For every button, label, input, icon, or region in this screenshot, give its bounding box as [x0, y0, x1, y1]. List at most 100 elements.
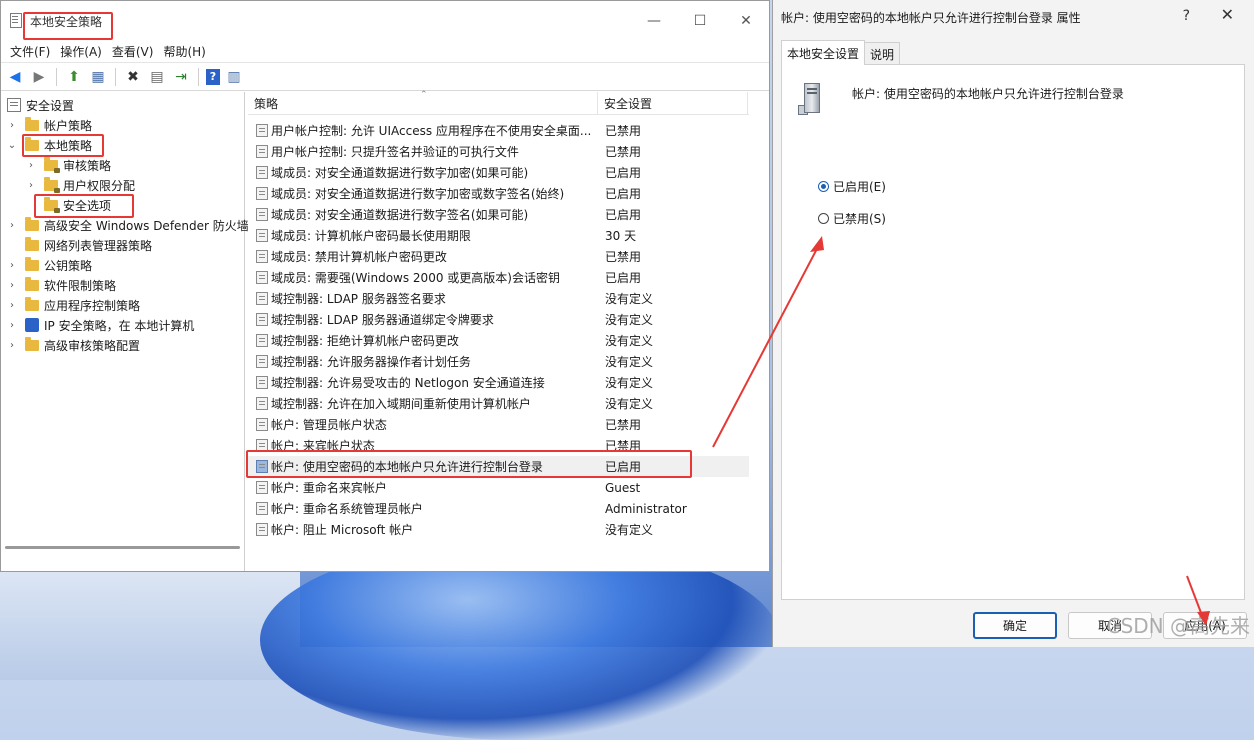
policy-setting: 没有定义: [605, 334, 654, 348]
local-security-policy-window: 本地安全策略 — ☐ ✕ 文件(F) 操作(A) 查看(V) 帮助(H) ◀ ▶…: [0, 0, 770, 572]
table-row[interactable]: 域成员: 禁用计算机帐户密码更改 已禁用: [248, 246, 750, 267]
policy-name: 域控制器: 允许服务器操作者计划任务: [271, 355, 471, 369]
back-arrow-icon[interactable]: ◀: [5, 67, 25, 87]
table-row[interactable]: 帐户: 重命名来宾帐户 Guest: [248, 477, 750, 498]
enabled-radio[interactable]: 已启用(E): [818, 178, 886, 195]
tree-item-advanced-audit[interactable]: › 高级审核策略配置: [7, 335, 140, 355]
table-row[interactable]: 用户帐户控制: 允许 UIAccess 应用程序在不使用安全桌面... 已禁用: [248, 120, 750, 141]
policy-name: 帐户: 阻止 Microsoft 帐户: [271, 523, 414, 537]
policy-setting: 30 天: [605, 229, 637, 243]
toolbar-separator: [56, 67, 57, 86]
table-row[interactable]: 域成员: 对安全通道数据进行数字签名(如果可能) 已启用: [248, 204, 750, 225]
tree-item-audit-policy[interactable]: › 审核策略: [26, 155, 111, 175]
chevron-right-icon[interactable]: ›: [7, 280, 17, 291]
policy-list: 策略 安全设置 ⌃ 用户帐户控制: 允许 UIAccess 应用程序在不使用安全…: [248, 90, 750, 571]
policy-icon: [256, 397, 268, 410]
minimize-button[interactable]: —: [631, 1, 677, 41]
radio-checked-icon[interactable]: [818, 181, 829, 192]
menu-bar: 文件(F) 操作(A) 查看(V) 帮助(H): [1, 41, 769, 62]
tree-item-account-policies[interactable]: › 帐户策略: [7, 115, 92, 135]
radio-unchecked-icon[interactable]: [818, 213, 829, 224]
tree-item-label: 网络列表管理器策略: [44, 238, 153, 253]
properties-icon[interactable]: ▤: [147, 67, 167, 87]
tab-explain[interactable]: 说明: [864, 42, 901, 65]
tree-item-security-settings[interactable]: 安全设置: [7, 95, 74, 115]
tree-item-network-list-manager[interactable]: 网络列表管理器策略: [25, 235, 152, 255]
tab-local-security-setting[interactable]: 本地安全设置: [781, 40, 866, 65]
folder-icon: [25, 116, 39, 131]
table-row[interactable]: 帐户: 重命名系统管理员帐户 Administrator: [248, 498, 750, 519]
policy-name: 用户帐户控制: 只提升签名并验证的可执行文件: [271, 145, 519, 159]
ok-button[interactable]: 确定: [973, 612, 1057, 639]
maximize-button[interactable]: ☐: [677, 1, 723, 41]
table-row[interactable]: 域控制器: 允许在加入域期间重新使用计算机帐户 没有定义: [248, 393, 750, 414]
list-vertical-scrollbar[interactable]: [749, 91, 769, 571]
chevron-right-icon[interactable]: ›: [26, 180, 36, 191]
tree-item-software-restriction[interactable]: › 软件限制策略: [7, 275, 116, 295]
policy-icon: [256, 187, 268, 200]
table-row[interactable]: 域控制器: LDAP 服务器签名要求 没有定义: [248, 288, 750, 309]
policy-icon: [256, 481, 268, 494]
chevron-right-icon[interactable]: ›: [7, 220, 17, 231]
policy-setting: Administrator: [605, 501, 687, 516]
table-row[interactable]: 域控制器: LDAP 服务器通道绑定令牌要求 没有定义: [248, 309, 750, 330]
chevron-right-icon[interactable]: ›: [7, 120, 17, 131]
tree-item-ip-security[interactable]: › IP 安全策略，在 本地计算机: [7, 315, 194, 335]
help-question-icon[interactable]: ?: [1183, 8, 1190, 24]
menu-help[interactable]: 帮助(H): [158, 43, 210, 60]
table-row[interactable]: 域成员: 对安全通道数据进行数字加密或数字签名(始终) 已启用: [248, 183, 750, 204]
column-header-setting[interactable]: 安全设置: [598, 92, 748, 114]
column-header-label: 策略: [254, 96, 279, 111]
disabled-radio-label: 已禁用(S): [833, 212, 886, 226]
folder-icon: [25, 256, 39, 271]
table-row[interactable]: 域成员: 对安全通道数据进行数字加密(如果可能) 已启用: [248, 162, 750, 183]
table-row[interactable]: 域控制器: 拒绝计算机帐户密码更改 没有定义: [248, 330, 750, 351]
tree-item-windows-defender-firewall[interactable]: › 高级安全 Windows Defender 防火墙: [7, 215, 249, 235]
close-button[interactable]: ✕: [723, 1, 769, 41]
folder-icon: [25, 336, 39, 351]
export-list-icon[interactable]: ⇥: [171, 67, 191, 87]
tree-item-application-control[interactable]: › 应用程序控制策略: [7, 295, 140, 315]
policy-icon: [256, 313, 268, 326]
menu-action[interactable]: 操作(A): [55, 43, 107, 60]
show-tree-icon[interactable]: ▦: [88, 67, 108, 87]
chevron-down-icon[interactable]: ⌄: [7, 140, 17, 151]
delete-icon[interactable]: ✖: [123, 67, 143, 87]
up-folder-icon[interactable]: ⬆: [64, 67, 84, 87]
table-row[interactable]: 域控制器: 允许易受攻击的 Netlogon 安全通道连接 没有定义: [248, 372, 750, 393]
table-row[interactable]: 域成员: 需要强(Windows 2000 或更高版本)会话密钥 已启用: [248, 267, 750, 288]
tree-item-local-policies[interactable]: ⌄ 本地策略: [7, 135, 92, 155]
forward-arrow-icon[interactable]: ▶: [29, 67, 49, 87]
disabled-radio[interactable]: 已禁用(S): [818, 210, 886, 227]
table-row-selected[interactable]: 帐户: 使用空密码的本地帐户只允许进行控制台登录 已启用: [248, 456, 750, 477]
table-row[interactable]: 帐户: 来宾帐户状态 已禁用: [248, 435, 750, 456]
policy-name: 域成员: 对安全通道数据进行数字签名(如果可能): [271, 208, 529, 222]
toolbar-separator: [115, 67, 116, 86]
tree-item-user-rights-assignment[interactable]: › 用户权限分配: [26, 175, 135, 195]
policy-icon: [256, 334, 268, 347]
chevron-right-icon[interactable]: ›: [26, 160, 36, 171]
table-row[interactable]: 帐户: 阻止 Microsoft 帐户 没有定义: [248, 519, 750, 540]
help-icon[interactable]: ?: [206, 68, 220, 85]
tree-item-label: 用户权限分配: [63, 178, 136, 193]
policy-name: 域成员: 需要强(Windows 2000 或更高版本)会话密钥: [271, 271, 560, 285]
chevron-right-icon[interactable]: ›: [7, 340, 17, 351]
table-row[interactable]: 域成员: 计算机帐户密码最长使用期限 30 天: [248, 225, 750, 246]
menu-file[interactable]: 文件(F): [5, 43, 55, 60]
local-security-policy-app-icon: [8, 13, 24, 29]
tree-horizontal-scrollbar[interactable]: [5, 546, 240, 549]
tree-item-security-options[interactable]: 安全选项: [44, 195, 111, 215]
dialog-close-button[interactable]: ✕: [1221, 5, 1234, 24]
chevron-right-icon[interactable]: ›: [7, 300, 17, 311]
dialog-tabs: 本地安全设置 说明: [781, 40, 901, 65]
policy-setting: 没有定义: [605, 292, 654, 306]
table-row[interactable]: 帐户: 管理员帐户状态 已禁用: [248, 414, 750, 435]
chevron-right-icon[interactable]: ›: [7, 320, 17, 331]
table-row[interactable]: 域控制器: 允许服务器操作者计划任务 没有定义: [248, 351, 750, 372]
view-icon[interactable]: ▥: [224, 67, 244, 87]
chevron-right-icon[interactable]: ›: [7, 260, 17, 271]
menu-view[interactable]: 查看(V): [107, 43, 159, 60]
table-row[interactable]: 用户帐户控制: 只提升签名并验证的可执行文件 已禁用: [248, 141, 750, 162]
tree-item-public-key-policies[interactable]: › 公钥策略: [7, 255, 92, 275]
tree-item-label: 安全选项: [63, 198, 112, 213]
